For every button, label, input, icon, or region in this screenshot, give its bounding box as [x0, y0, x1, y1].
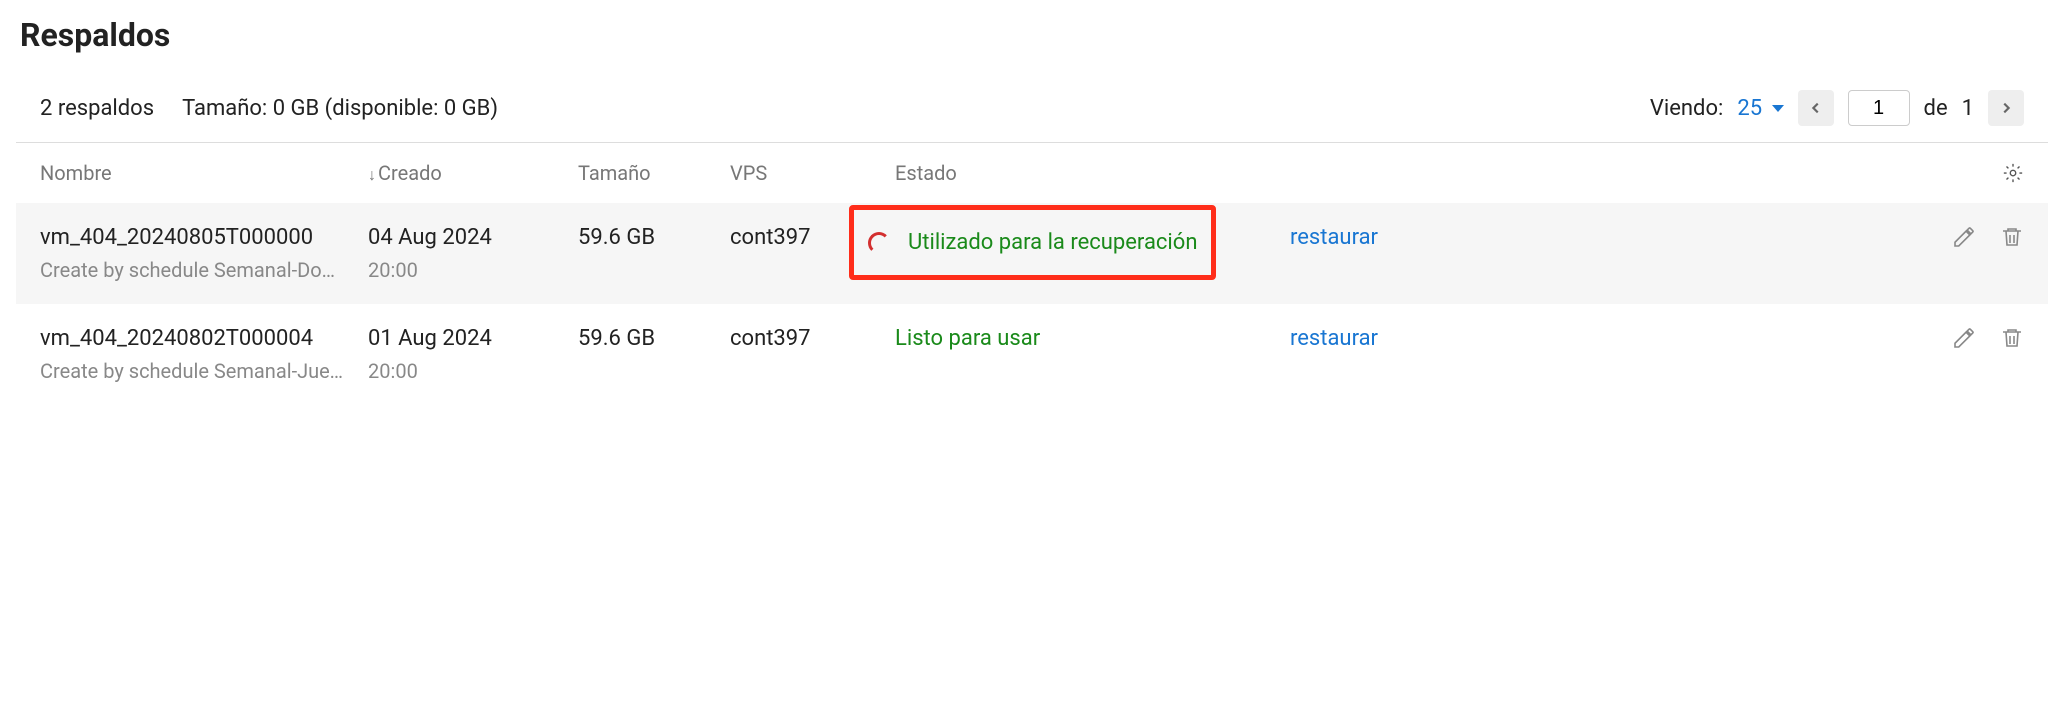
- created-time: 20:00: [368, 359, 578, 383]
- edit-icon[interactable]: [1952, 326, 1976, 350]
- gear-icon[interactable]: [2002, 162, 2024, 184]
- restore-button[interactable]: restaurar: [1290, 326, 1378, 351]
- table-row: vm_404_20240802T000004 Create by schedul…: [16, 304, 2048, 405]
- backup-size: 59.6 GB: [578, 326, 730, 351]
- backup-description: Create by schedule Semanal-Juev…: [40, 359, 350, 383]
- backups-table: Nombre ↓Creado Tamaño VPS Estado vm_404_…: [16, 143, 2048, 405]
- backup-size-summary: Tamaño: 0 GB (disponible: 0 GB): [182, 96, 498, 121]
- created-time: 20:00: [368, 258, 578, 282]
- backup-size: 59.6 GB: [578, 225, 730, 250]
- per-page-select[interactable]: 25: [1737, 96, 1783, 121]
- col-header-status[interactable]: Estado: [895, 161, 1290, 185]
- pagination-total: 1: [1962, 96, 1974, 121]
- backup-description: Create by schedule Semanal-Domi…: [40, 258, 350, 282]
- backup-name: vm_404_20240802T000004: [40, 326, 350, 351]
- backup-name: vm_404_20240805T000000: [40, 225, 350, 250]
- toolbar: 2 respaldos Tamaño: 0 GB (disponible: 0 …: [16, 90, 2048, 143]
- loading-spinner-icon: [868, 232, 890, 254]
- page-title: Respaldos: [16, 16, 2048, 54]
- viewing-label: Viendo:: [1650, 96, 1723, 121]
- col-header-vps[interactable]: VPS: [730, 161, 895, 185]
- next-page-button[interactable]: [1988, 90, 2024, 126]
- sort-desc-icon: ↓: [368, 165, 376, 184]
- table-header: Nombre ↓Creado Tamaño VPS Estado: [16, 143, 2048, 203]
- col-header-name[interactable]: Nombre: [40, 161, 368, 185]
- created-date: 04 Aug 2024: [368, 225, 578, 250]
- col-header-size[interactable]: Tamaño: [578, 161, 730, 185]
- trash-icon[interactable]: [2000, 225, 2024, 249]
- backup-vps: cont397: [730, 326, 895, 351]
- status-text: Listo para usar: [895, 326, 1040, 351]
- chevron-down-icon: [1772, 105, 1784, 112]
- created-date: 01 Aug 2024: [368, 326, 578, 351]
- status-text: Utilizado para la recuperación: [908, 230, 1197, 255]
- status-highlight-box: Utilizado para la recuperación: [849, 205, 1216, 280]
- prev-page-button[interactable]: [1798, 90, 1834, 126]
- table-row: vm_404_20240805T000000 Create by schedul…: [16, 203, 2048, 304]
- backup-count: 2 respaldos: [40, 96, 154, 121]
- restore-button[interactable]: restaurar: [1290, 225, 1378, 250]
- trash-icon[interactable]: [2000, 326, 2024, 350]
- pagination-of-label: de: [1924, 96, 1948, 121]
- edit-icon[interactable]: [1952, 225, 1976, 249]
- col-header-created[interactable]: ↓Creado: [368, 161, 578, 185]
- page-input[interactable]: [1848, 90, 1910, 126]
